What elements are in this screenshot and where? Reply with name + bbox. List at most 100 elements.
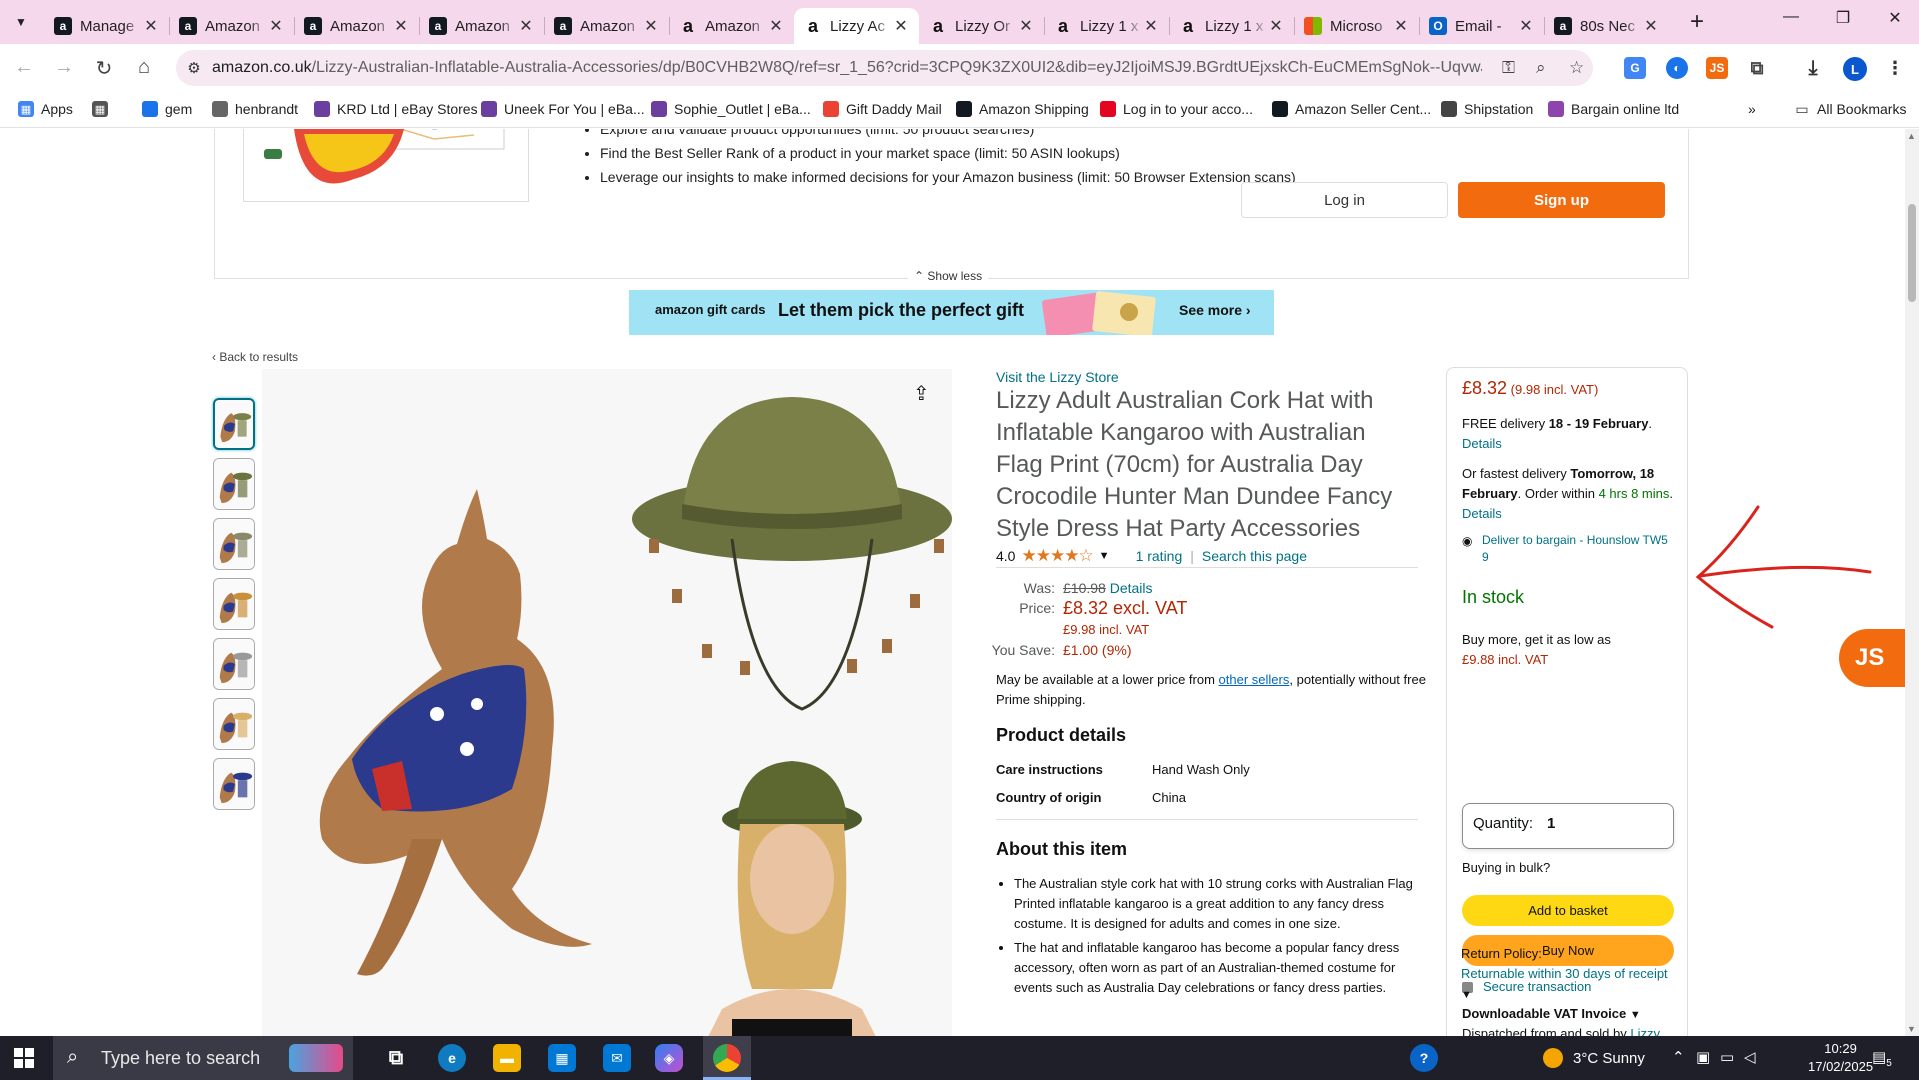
extension-icon[interactable]: ◐ bbox=[1666, 57, 1688, 79]
close-tab-icon[interactable]: ✕ bbox=[1143, 16, 1159, 36]
browser-tab[interactable]: a Amazon ✕ bbox=[419, 8, 544, 44]
return-value-link[interactable]: Returnable within 30 days of receipt bbox=[1461, 966, 1668, 981]
product-thumbnail[interactable] bbox=[213, 458, 255, 510]
more-bookmarks-icon[interactable]: » bbox=[1748, 101, 1756, 117]
scrollbar[interactable]: ▲ ▼ bbox=[1905, 129, 1919, 1036]
close-tab-icon[interactable]: ✕ bbox=[1518, 16, 1534, 36]
buying-in-bulk-link[interactable]: Buying in bulk? bbox=[1462, 858, 1677, 878]
vat-invoice[interactable]: Downloadable VAT Invoice ▼ bbox=[1462, 1004, 1677, 1025]
product-thumbnail[interactable] bbox=[213, 698, 255, 750]
store-icon[interactable]: ▦ bbox=[548, 1044, 576, 1072]
product-thumbnail[interactable] bbox=[213, 398, 255, 450]
home-icon[interactable]: ⌂ bbox=[130, 56, 158, 79]
close-tab-icon[interactable]: ✕ bbox=[893, 16, 909, 36]
help-icon[interactable]: ? bbox=[1410, 1044, 1438, 1072]
bookmark-item[interactable]: Shipstation bbox=[1441, 101, 1533, 117]
browser-tab[interactable]: Microso ✕ bbox=[1294, 8, 1419, 44]
deliver-to-link[interactable]: Deliver to bargain - Hounslow TW5 9 bbox=[1482, 533, 1668, 564]
browser-tab[interactable]: a Manage ✕ bbox=[44, 8, 169, 44]
taskbar-clock[interactable]: 10:29 17/02/2025 bbox=[1808, 1040, 1873, 1076]
notification-icon[interactable]: ▤5 bbox=[1872, 1048, 1892, 1069]
tray-app-icon[interactable]: ▣ bbox=[1696, 1048, 1710, 1066]
task-view-icon[interactable]: ⧉ bbox=[382, 1044, 410, 1072]
bookmark-item[interactable]: KRD Ltd | eBay Stores bbox=[314, 101, 478, 117]
browser-tab[interactable]: a Lizzy 1 x ✕ bbox=[1169, 8, 1294, 44]
weather-widget[interactable]: 3°C Sunny bbox=[1543, 1048, 1645, 1068]
close-tab-icon[interactable]: ✕ bbox=[1268, 16, 1284, 36]
browser-tab[interactable]: a 80s Nec ✕ bbox=[1544, 8, 1669, 44]
chrome-icon[interactable] bbox=[713, 1044, 741, 1072]
reload-icon[interactable]: ↻ bbox=[90, 56, 118, 81]
minimize-icon[interactable]: — bbox=[1768, 8, 1814, 26]
edge-icon[interactable]: e bbox=[438, 1044, 466, 1072]
bookmark-item[interactable]: Sophie_Outlet | eBa... bbox=[651, 101, 811, 117]
close-tab-icon[interactable]: ✕ bbox=[1643, 16, 1659, 36]
taskbar-search[interactable]: ⌕ Type here to search bbox=[53, 1036, 353, 1080]
bookmark-item[interactable]: ▦ bbox=[92, 101, 115, 117]
product-thumbnail[interactable] bbox=[213, 758, 255, 810]
helium-login-button[interactable]: Log in bbox=[1241, 182, 1448, 218]
browser-tab[interactable]: O Email - ✕ bbox=[1419, 8, 1544, 44]
browser-tab[interactable]: a Lizzy Ac ✕ bbox=[794, 8, 919, 44]
search-page-link[interactable]: Search this page bbox=[1202, 548, 1307, 564]
password-key-icon[interactable]: ⚿ bbox=[1502, 58, 1515, 78]
close-tab-icon[interactable]: ✕ bbox=[1393, 16, 1409, 36]
close-tab-icon[interactable]: ✕ bbox=[518, 16, 534, 36]
add-to-basket-button[interactable]: Add to basket bbox=[1462, 895, 1674, 926]
deliver-to[interactable]: ◉ Deliver to bargain - Hounslow TW5 9 bbox=[1462, 532, 1677, 566]
quantity-selector[interactable]: Quantity: 1 bbox=[1462, 803, 1674, 849]
copilot-icon[interactable]: ◈ bbox=[655, 1044, 683, 1072]
tray-chevron-icon[interactable]: ⌃ bbox=[1672, 1048, 1685, 1066]
was-details-link[interactable]: Details bbox=[1110, 580, 1153, 596]
site-info-icon[interactable]: ⚙ bbox=[182, 56, 206, 80]
bookmark-star-icon[interactable]: ☆ bbox=[1569, 58, 1584, 78]
volume-icon[interactable]: ◁ bbox=[1744, 1048, 1756, 1066]
chevron-down-icon[interactable]: ▼ bbox=[1461, 989, 1472, 1001]
delivery-details-link[interactable]: Details bbox=[1462, 436, 1502, 451]
forward-arrow-icon[interactable]: → bbox=[50, 56, 78, 79]
file-explorer-icon[interactable]: ▬ bbox=[493, 1044, 521, 1072]
js-extension-button[interactable]: JS bbox=[1839, 629, 1905, 687]
close-tab-icon[interactable]: ✕ bbox=[393, 16, 409, 36]
rating-count-link[interactable]: 1 rating bbox=[1136, 548, 1183, 564]
back-arrow-icon[interactable]: ← bbox=[10, 56, 38, 79]
see-more-link[interactable]: See more › bbox=[1179, 302, 1251, 318]
network-icon[interactable]: ▭ bbox=[1720, 1048, 1734, 1066]
browser-tab[interactable]: a Amazon ✕ bbox=[544, 8, 669, 44]
helium-signup-button[interactable]: Sign up bbox=[1458, 182, 1665, 218]
url-text[interactable]: amazon.co.uk/Lizzy-Australian-Inflatable… bbox=[212, 59, 1482, 77]
close-window-icon[interactable]: ✕ bbox=[1872, 8, 1918, 28]
address-bar[interactable]: ⚙ amazon.co.uk/Lizzy-Australian-Inflatab… bbox=[176, 50, 1593, 86]
bookmark-item[interactable]: Amazon Shipping bbox=[956, 101, 1089, 117]
show-less-toggle[interactable]: ⌃ Show less bbox=[908, 269, 989, 283]
close-tab-icon[interactable]: ✕ bbox=[1018, 16, 1034, 36]
main-product-image[interactable] bbox=[262, 369, 952, 1036]
fastest-details-link[interactable]: Details bbox=[1462, 506, 1502, 521]
product-thumbnail[interactable] bbox=[213, 518, 255, 570]
all-bookmarks[interactable]: ▭ All Bookmarks bbox=[1794, 101, 1906, 118]
bookmark-item[interactable]: Bargain online ltd bbox=[1548, 101, 1679, 117]
close-tab-icon[interactable]: ✕ bbox=[643, 16, 659, 36]
profile-avatar[interactable]: L bbox=[1843, 57, 1867, 81]
close-tab-icon[interactable]: ✕ bbox=[768, 16, 784, 36]
bookmark-item[interactable]: gem bbox=[142, 101, 192, 117]
browser-tab[interactable]: a Lizzy 1 x ✕ bbox=[1044, 8, 1169, 44]
zoom-icon[interactable]: ⌕ bbox=[1536, 58, 1546, 78]
close-tab-icon[interactable]: ✕ bbox=[143, 16, 159, 36]
scroll-up-icon[interactable]: ▲ bbox=[1907, 131, 1916, 141]
search-highlight-icon[interactable] bbox=[289, 1044, 343, 1072]
windows-start-icon[interactable] bbox=[14, 1048, 34, 1068]
chrome-menu-icon[interactable]: ⋮ bbox=[1884, 57, 1906, 79]
share-icon[interactable]: ⇪ bbox=[913, 381, 930, 406]
translate-extension-icon[interactable]: G bbox=[1624, 57, 1646, 79]
bookmark-item[interactable]: Uneek For You | eBa... bbox=[481, 101, 645, 117]
scroll-down-icon[interactable]: ▼ bbox=[1907, 1024, 1916, 1034]
product-thumbnail[interactable] bbox=[213, 578, 255, 630]
chevron-down-icon[interactable]: ▼ bbox=[1099, 550, 1110, 562]
other-sellers-link[interactable]: other sellers bbox=[1219, 672, 1290, 687]
bookmark-item[interactable]: Gift Daddy Mail bbox=[823, 101, 942, 117]
bookmark-item[interactable]: Amazon Seller Cent... bbox=[1272, 101, 1431, 117]
bookmark-item[interactable]: ▦ Apps bbox=[18, 101, 73, 117]
bookmark-item[interactable]: Log in to your acco... bbox=[1100, 101, 1253, 117]
browser-tab[interactable]: a Lizzy Or ✕ bbox=[919, 8, 1044, 44]
